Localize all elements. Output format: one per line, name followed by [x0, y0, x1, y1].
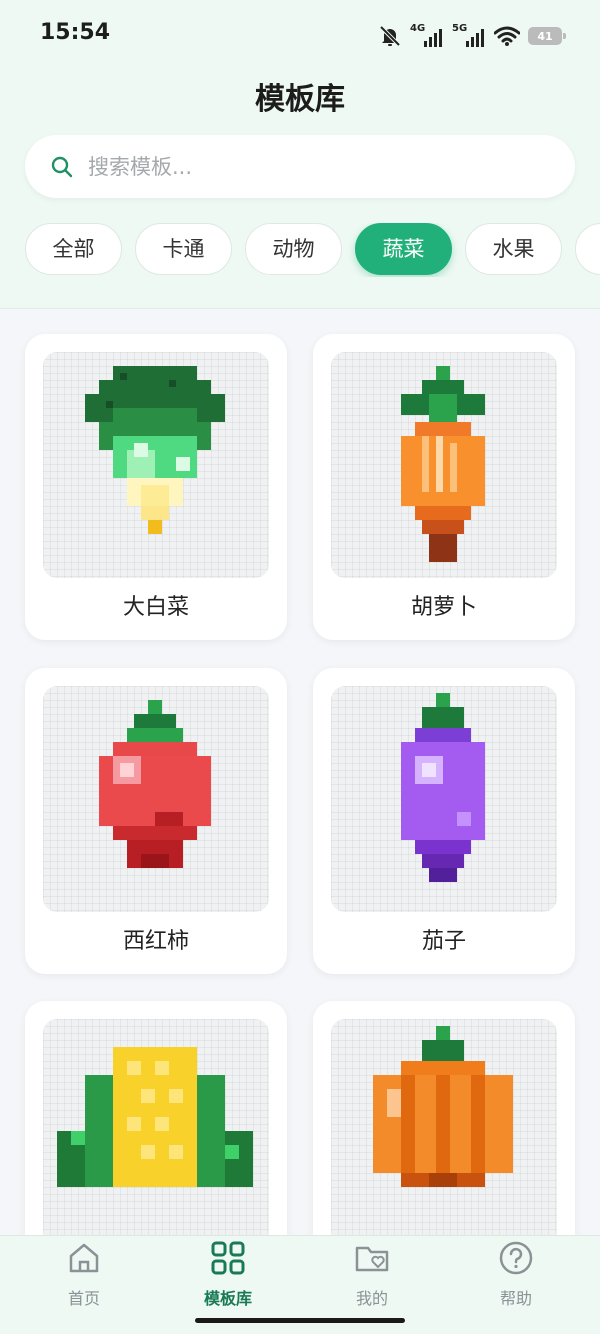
nav-help-label: 帮助: [499, 1289, 532, 1308]
template-name: 茄子: [421, 929, 466, 954]
tomato-pixel-art: [99, 700, 211, 868]
category-chip-all[interactable]: 全部: [25, 223, 122, 275]
search-bar[interactable]: [25, 135, 575, 198]
category-chip-more[interactable]: [575, 223, 600, 275]
eggplant-pixel-art: [401, 693, 485, 882]
status-time: 15:54: [40, 20, 111, 45]
folder-heart-icon: [355, 1246, 389, 1272]
header-area: 15:54 4G 5G 41 模板库 搜索模板... 全部 卡通 动物 蔬菜 水…: [0, 0, 600, 309]
battery-level: 41: [537, 29, 553, 43]
corn-pixel-art: [57, 1047, 253, 1187]
template-card-eggplant[interactable]: 茄子: [313, 668, 575, 974]
help-icon: [499, 1241, 533, 1275]
nav-help[interactable]: 帮助: [456, 1236, 576, 1316]
cabbage-pixel-art: [85, 366, 225, 534]
template-thumbnail: [43, 352, 269, 578]
grid-icon: [211, 1241, 245, 1275]
network-type-label: 4G: [410, 23, 426, 34]
template-card-tomato[interactable]: 西红柿: [25, 668, 287, 974]
template-card-cabbage[interactable]: 大白菜: [25, 334, 287, 640]
nav-mine-label: 我的: [355, 1289, 388, 1308]
page-title: 模板库: [255, 82, 345, 117]
category-chips: 全部 卡通 动物 蔬菜 水果: [25, 223, 600, 277]
category-chip-animals[interactable]: 动物: [245, 223, 342, 275]
search-input[interactable]: [86, 153, 510, 180]
category-chip-fruits[interactable]: 水果: [465, 223, 562, 275]
template-thumbnail: [43, 686, 269, 912]
status-bar: 15:54 4G 5G 41: [0, 0, 600, 70]
wifi-icon: [494, 26, 520, 46]
template-thumbnail: [331, 1019, 557, 1245]
status-icons: 4G 5G 41: [378, 22, 566, 50]
template-thumbnail: [331, 352, 557, 578]
template-name: 大白菜: [122, 595, 189, 620]
signal-icon: 5G: [452, 23, 486, 49]
nav-templates[interactable]: 模板库: [168, 1236, 288, 1316]
pumpkin-pixel-art: [373, 1026, 513, 1187]
battery-icon: 41: [528, 27, 566, 45]
home-indicator[interactable]: [195, 1318, 405, 1323]
template-name: 西红柿: [122, 929, 189, 954]
template-thumbnail: [331, 686, 557, 912]
category-chip-vegetables[interactable]: 蔬菜: [355, 223, 452, 275]
search-icon: [51, 156, 73, 177]
mute-bell-icon: [379, 25, 401, 47]
nav-mine[interactable]: 我的: [312, 1236, 432, 1316]
template-name: 胡萝卜: [410, 595, 477, 620]
signal-icon: 4G: [410, 23, 444, 49]
nav-templates-label: 模板库: [203, 1289, 252, 1308]
category-chip-cartoon[interactable]: 卡通: [135, 223, 232, 275]
nav-home[interactable]: 首页: [24, 1236, 144, 1316]
template-thumbnail: [43, 1019, 269, 1245]
network-type-label: 5G: [452, 23, 468, 34]
carrot-pixel-art: [401, 366, 485, 562]
nav-home-label: 首页: [67, 1289, 100, 1308]
home-icon: [69, 1243, 99, 1273]
template-card-carrot[interactable]: 胡萝卜: [313, 334, 575, 640]
